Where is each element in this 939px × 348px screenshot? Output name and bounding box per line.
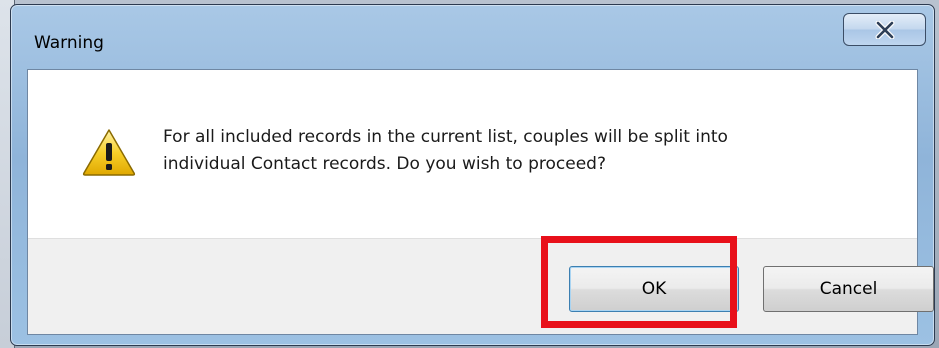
title-bar[interactable]: Warning — [11, 5, 934, 65]
cancel-button[interactable]: Cancel — [763, 266, 934, 312]
button-area: OK Cancel — [28, 238, 934, 334]
dialog-title: Warning — [34, 33, 104, 53]
screen: Warning For all included records in the … — [0, 0, 939, 348]
close-icon — [875, 20, 894, 39]
dialog-message: For all included records in the current … — [163, 127, 728, 174]
ok-button[interactable]: OK — [569, 266, 739, 312]
dialog-client-area: For all included records in the current … — [27, 69, 934, 335]
warning-icon — [82, 129, 136, 176]
warning-dialog: Warning For all included records in the … — [10, 4, 935, 346]
message-area: For all included records in the current … — [28, 70, 917, 238]
close-button[interactable] — [843, 13, 926, 46]
